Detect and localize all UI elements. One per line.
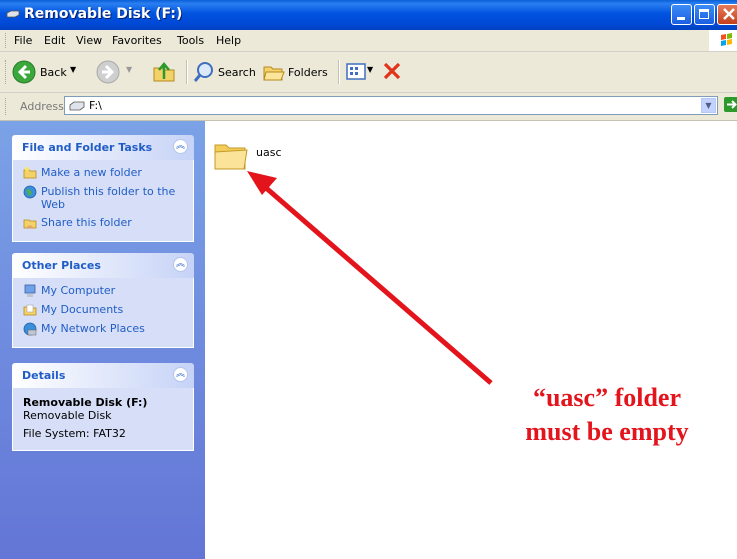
menu-help[interactable]: Help	[216, 34, 241, 47]
windows-logo	[709, 30, 737, 51]
search-button[interactable]: Search	[192, 60, 258, 84]
task-pane: File and Folder Tasks ︽ Make a new folde…	[0, 121, 205, 559]
my-network-places-link[interactable]: My Network Places	[13, 322, 193, 336]
details-drive-type: Removable Disk	[23, 409, 112, 422]
address-dropdown-button[interactable]: ▼	[701, 98, 716, 113]
folder-name: uasc	[256, 146, 282, 159]
folder-up-icon	[153, 62, 175, 82]
share-folder-icon	[23, 219, 37, 229]
drive-icon	[6, 10, 20, 18]
link-label: My Documents	[41, 303, 124, 316]
search-label: Search	[218, 66, 256, 79]
delete-icon	[383, 62, 401, 80]
back-label: Back	[40, 66, 67, 79]
address-label: Address	[20, 100, 64, 113]
title-bar[interactable]: Removable Disk (F:)	[0, 0, 737, 30]
close-icon	[723, 8, 735, 20]
link-label: Publish this folder to the Web	[41, 185, 176, 211]
address-bar: Address F:\ ▼ Go	[0, 93, 737, 121]
folders-label: Folders	[288, 66, 328, 79]
network-icon	[23, 322, 37, 336]
panel-header[interactable]: Other Places ︽	[12, 253, 194, 278]
globe-icon	[23, 185, 37, 199]
views-button[interactable]: ▼	[346, 60, 376, 84]
address-value: F:\	[89, 99, 102, 112]
arrow-head	[247, 171, 277, 195]
back-dropdown-icon[interactable]: ▼	[70, 65, 76, 74]
panel-title: Details	[22, 369, 66, 382]
back-button[interactable]: Back ▼	[12, 60, 84, 84]
details-file-system: File System: FAT32	[23, 427, 126, 440]
minimize-button[interactable]	[671, 4, 692, 25]
folder-item-uasc[interactable]: uasc	[213, 137, 282, 176]
windows-flag-icon	[721, 33, 732, 46]
go-arrow-icon	[724, 97, 737, 112]
link-label: My Network Places	[41, 322, 145, 335]
annotation-arrow	[247, 171, 493, 385]
details-drive-name: Removable Disk (F:)	[23, 396, 148, 409]
other-places-panel: Other Places ︽ My Computer My Documents	[12, 253, 194, 348]
folders-icon	[263, 66, 285, 81]
views-dropdown-icon[interactable]: ▼	[367, 65, 373, 74]
panel-header[interactable]: File and Folder Tasks ︽	[12, 135, 194, 160]
annotation-line-1: “uasc” folder	[532, 383, 682, 412]
computer-icon	[24, 284, 36, 297]
toolbar: Back ▼ ▼ Search Folders ▼	[0, 52, 737, 93]
annotation-line-2: must be empty	[525, 417, 689, 446]
maximize-button[interactable]	[694, 4, 715, 25]
folders-button[interactable]: Folders	[262, 60, 332, 84]
close-button[interactable]	[717, 4, 737, 25]
file-folder-tasks-panel: File and Folder Tasks ︽ Make a new folde…	[12, 135, 194, 242]
collapse-chevron-icon[interactable]: ︽	[173, 139, 188, 154]
share-folder-link[interactable]: Share this folder	[13, 216, 193, 230]
forward-arrow-icon	[96, 60, 120, 84]
drive-icon	[69, 101, 85, 111]
panel-header[interactable]: Details ︽	[12, 363, 194, 388]
menu-favorites[interactable]: Favorites	[112, 34, 162, 47]
menu-bar: File Edit View Favorites Tools Help	[0, 30, 737, 52]
window-title: Removable Disk (F:)	[24, 6, 183, 22]
my-documents-link[interactable]: My Documents	[13, 303, 193, 317]
panel-title: Other Places	[22, 259, 101, 272]
link-label: Share this folder	[41, 216, 132, 229]
toolbar-grip[interactable]	[5, 60, 8, 84]
collapse-chevron-icon[interactable]: ︽	[173, 257, 188, 272]
link-label: Make a new folder	[41, 166, 142, 179]
views-icon	[346, 63, 366, 80]
collapse-chevron-icon[interactable]: ︽	[173, 367, 188, 382]
annotation-text: “uasc” folder must be empty	[487, 381, 727, 449]
details-panel: Details ︽ Removable Disk (F:) Removable …	[12, 363, 194, 451]
new-folder-icon	[23, 167, 37, 179]
menu-tools[interactable]: Tools	[177, 34, 204, 47]
address-grip[interactable]	[5, 98, 8, 115]
menu-view[interactable]: View	[76, 34, 102, 47]
forward-button[interactable]: ▼	[96, 60, 140, 84]
menu-grip[interactable]	[5, 33, 8, 48]
up-button[interactable]	[152, 60, 178, 84]
panel-title: File and Folder Tasks	[22, 141, 153, 154]
publish-folder-link[interactable]: Publish this folder to the Web	[13, 185, 193, 211]
menu-edit[interactable]: Edit	[44, 34, 65, 47]
toolbar-separator	[186, 60, 188, 84]
address-input[interactable]: F:\ ▼	[64, 96, 718, 115]
toolbar-separator	[338, 60, 340, 84]
folder-icon	[214, 144, 248, 170]
search-icon	[193, 62, 213, 82]
link-label: My Computer	[41, 284, 116, 297]
menu-file[interactable]: File	[14, 34, 32, 47]
back-arrow-icon	[12, 60, 36, 84]
file-list-view[interactable]: uasc “uasc” folder must be empty	[205, 121, 737, 559]
my-computer-link[interactable]: My Computer	[13, 284, 193, 298]
forward-dropdown-icon[interactable]: ▼	[126, 65, 132, 74]
delete-button[interactable]	[381, 60, 403, 84]
make-new-folder-link[interactable]: Make a new folder	[13, 166, 193, 180]
documents-folder-icon	[23, 304, 37, 316]
